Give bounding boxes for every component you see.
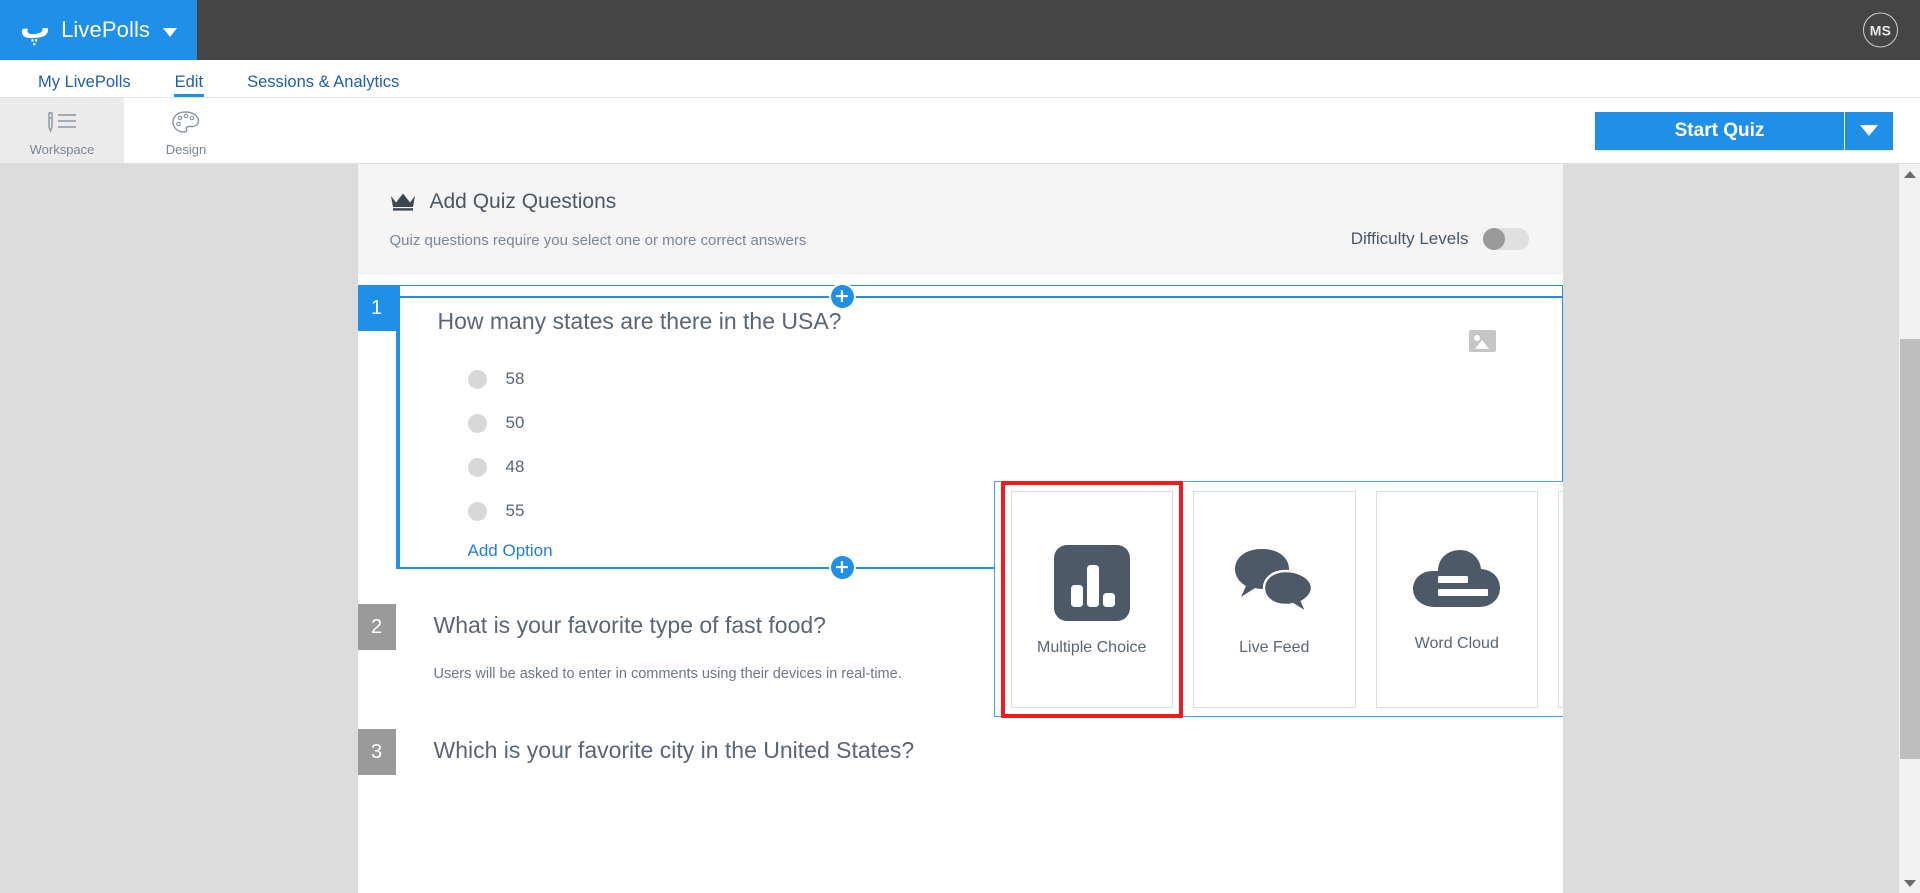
add-question-button-bottom[interactable]: + [830,556,854,579]
tab-edit[interactable]: Edit [153,73,225,98]
add-question-button-top[interactable]: + [830,285,854,308]
chevron-down-icon [1860,125,1878,136]
page-title: Add Quiz Questions [429,190,617,213]
option-radio-icon[interactable] [467,413,487,433]
image-placeholder-icon[interactable] [1468,330,1496,352]
option-radio-icon[interactable] [467,457,487,477]
question-card-3[interactable]: 3 Which is your favorite city in the Uni… [357,729,1563,775]
start-quiz-dropdown-button[interactable] [1845,111,1893,150]
question-type-word-cloud[interactable]: Word Cloud [1375,490,1538,708]
difficulty-levels-toggle[interactable] [1482,228,1529,250]
crown-icon [390,192,416,212]
question-type-ai-questions[interactable]: AI Questions [1558,490,1563,708]
question-number-rail: 1 [357,285,396,569]
question-number-badge: 3 [357,729,396,775]
question-type-label: Word Cloud [1414,635,1499,652]
brand-menu[interactable]: پ LivePolls [0,0,197,60]
tool-ribbon: Workspace Design Start Quiz [0,98,1920,164]
chevron-down-icon [163,27,178,37]
poll-question-mark-icon: پ [19,11,51,46]
question-type-label: Multiple Choice [1037,639,1147,656]
editor-canvas: Add Quiz Questions Quiz questions requir… [0,164,1920,893]
top-bar: پ LivePolls MS [0,0,1920,60]
speech-bubbles-icon [1228,541,1320,625]
question-number-badge: 1 [357,285,396,331]
option-row[interactable]: 58 [467,357,1562,401]
scroll-up-arrow-icon[interactable] [1899,164,1920,184]
word-cloud-icon [1408,545,1506,621]
question-title[interactable]: Which is your favorite city in the Unite… [434,737,1563,764]
question-type-picker: Multiple Choice Live Feed Word Cloud [993,480,1563,718]
avatar-initials: MS [1869,22,1892,38]
palette-icon [171,108,201,138]
question-divider-top [395,296,1563,298]
question-number-badge: 2 [357,604,396,650]
option-label: 50 [505,413,525,432]
option-radio-icon[interactable] [467,369,487,389]
brand-name: LivePolls [61,17,151,42]
start-quiz-group: Start Quiz [1595,111,1893,150]
question-type-label: Live Feed [1239,639,1310,656]
ribbon-item-design[interactable]: Design [124,98,248,163]
option-row[interactable]: 50 [467,401,1562,445]
ribbon-label-workspace: Workspace [29,142,95,157]
avatar[interactable]: MS [1863,12,1898,48]
option-label: 58 [505,369,525,388]
nav-tabs: My LivePolls Edit Sessions & Analytics [0,60,1920,98]
difficulty-levels-group: Difficulty Levels [1351,228,1529,250]
question-type-multiple-choice[interactable]: Multiple Choice [1000,480,1183,718]
ribbon-item-workspace[interactable]: Workspace [0,98,124,163]
start-quiz-button[interactable]: Start Quiz [1595,111,1845,150]
question-title[interactable]: How many states are there in the USA? [400,308,1562,335]
quiz-sheet: Add Quiz Questions Quiz questions requir… [357,164,1563,893]
option-radio-icon[interactable] [467,501,487,521]
scroll-down-arrow-icon[interactable] [1899,873,1920,893]
quiz-header-title-row: Add Quiz Questions [390,190,1531,214]
quiz-header-panel: Add Quiz Questions Quiz questions requir… [357,164,1563,274]
tab-sessions-analytics[interactable]: Sessions & Analytics [225,73,421,98]
pen-list-icon [44,108,80,138]
bar-chart-icon [1050,541,1134,625]
vertical-scrollbar[interactable] [1898,164,1920,893]
question-type-live-feed[interactable]: Live Feed [1193,490,1356,708]
ribbon-label-design: Design [165,142,207,157]
question-body: Which is your favorite city in the Unite… [396,729,1563,764]
option-label: 48 [505,457,525,476]
tab-my-livepolls[interactable]: My LivePolls [16,73,153,98]
scrollbar-thumb[interactable] [1900,339,1920,759]
toggle-knob [1482,228,1505,250]
difficulty-levels-label: Difficulty Levels [1350,229,1469,248]
option-label: 55 [505,501,525,520]
